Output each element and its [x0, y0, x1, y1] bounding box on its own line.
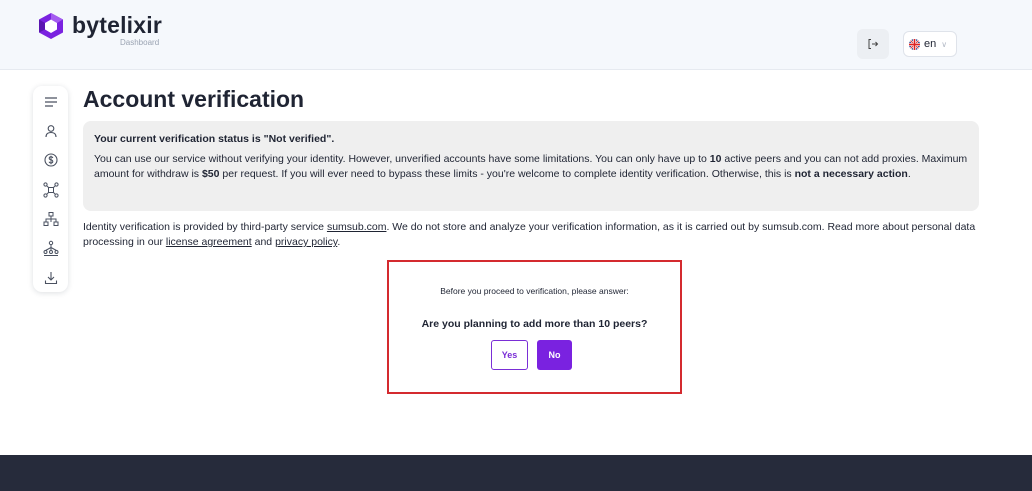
- sidebar-item-peers[interactable]: [41, 180, 60, 199]
- sidebar-item-referrals[interactable]: [41, 238, 60, 257]
- proxy-hierarchy-icon: [43, 211, 58, 226]
- status-text: .: [907, 168, 911, 180]
- peers-network-icon: [42, 181, 59, 198]
- sidebar-item-balance[interactable]: [41, 150, 60, 169]
- peers-limit: 10: [709, 153, 722, 165]
- info-text: Identity verification is provided by thi…: [83, 221, 327, 233]
- privacy-policy-link[interactable]: privacy policy: [275, 236, 337, 248]
- no-button[interactable]: No: [537, 340, 572, 370]
- download-icon: [44, 271, 57, 284]
- uk-flag-icon: [909, 38, 920, 50]
- verification-info: Identity verification is provided by thi…: [83, 220, 983, 250]
- sidebar-item-downloads[interactable]: [41, 268, 60, 287]
- chevron-down-icon: ∨: [941, 39, 948, 49]
- withdraw-limit: $50: [201, 168, 220, 180]
- logout-icon: [868, 39, 879, 49]
- yes-button[interactable]: Yes: [491, 340, 528, 370]
- sidebar-item-profile[interactable]: [41, 121, 60, 140]
- language-selector[interactable]: en ∨: [903, 31, 957, 57]
- brand-logo[interactable]: bytelixir Dashboard: [38, 12, 162, 48]
- referral-icon: [43, 240, 58, 256]
- sidebar: [33, 86, 68, 292]
- question-intro: Before you proceed to verification, plea…: [440, 286, 629, 296]
- info-text: and: [251, 236, 276, 248]
- info-text: .: [337, 236, 341, 248]
- verification-status-box: Your current verification status is "Not…: [83, 121, 979, 211]
- brand-subtitle: Dashboard: [120, 38, 160, 47]
- menu-icon: [44, 96, 57, 107]
- status-title: Your current verification status is "Not…: [94, 133, 335, 145]
- user-icon: [44, 124, 57, 137]
- question-title: Are you planning to add more than 10 pee…: [421, 318, 648, 330]
- dollar-icon: [43, 152, 58, 167]
- status-text: per request. If you will ever need to by…: [219, 168, 795, 180]
- brand-name: bytelixir: [72, 12, 163, 38]
- status-emphasis: not a necessary action: [794, 168, 908, 180]
- logo-hexagon-icon: [39, 13, 63, 39]
- license-agreement-link[interactable]: license agreement: [166, 236, 252, 248]
- sidebar-item-menu[interactable]: [41, 92, 60, 111]
- header: bytelixir Dashboard en ∨: [0, 0, 1032, 70]
- footer: [0, 455, 1032, 491]
- sidebar-item-proxies[interactable]: [41, 209, 60, 228]
- language-label: en: [924, 38, 937, 50]
- peers-question-panel: Before you proceed to verification, plea…: [387, 260, 682, 394]
- page-title: Account verification: [83, 86, 305, 112]
- status-text: You can use our service without verifyin…: [94, 153, 710, 165]
- logout-button[interactable]: [857, 29, 889, 59]
- status-description: You can use our service without verifyin…: [94, 152, 968, 182]
- sumsub-link[interactable]: sumsub.com: [327, 221, 387, 233]
